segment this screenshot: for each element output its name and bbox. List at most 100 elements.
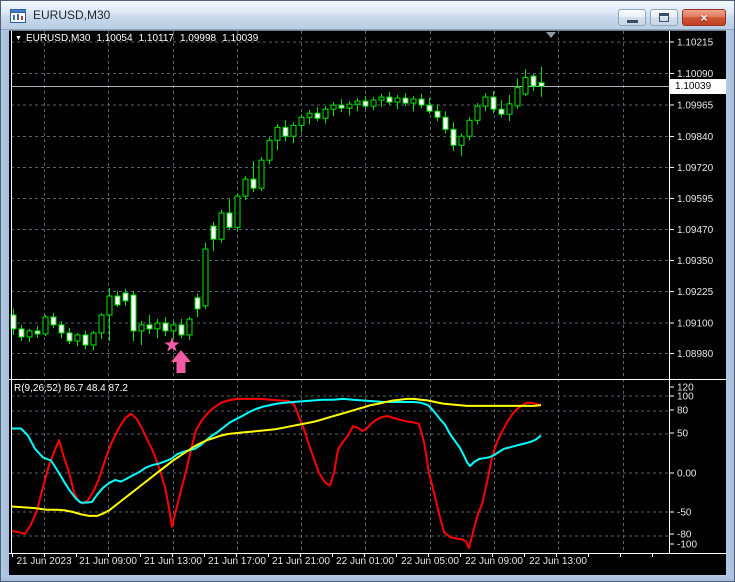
axis-label: 1.08980 (677, 349, 714, 360)
candle-body (362, 100, 369, 107)
axis-label: 1.09720 (677, 163, 714, 174)
candle-body (290, 124, 297, 137)
axis-label: 22 Jun 01:00 (336, 556, 394, 567)
candle-body (50, 316, 57, 326)
candle-body (306, 112, 313, 118)
high-value: 1.10117 (138, 33, 174, 44)
axis-label: 22 Jun 05:00 (401, 556, 459, 567)
candle-body (370, 99, 377, 107)
candle-body (442, 116, 449, 130)
chart-document-icon (10, 8, 27, 24)
candle-body (274, 126, 281, 141)
axis-label: 1.09350 (677, 256, 714, 267)
indicator-header: R(9,26,52) 86.7 48.4 87.2 (14, 383, 128, 394)
candle-body (522, 77, 529, 95)
candle-body (210, 225, 217, 240)
axis-label: 80 (677, 406, 689, 417)
candle-body (106, 295, 113, 316)
candle-body (266, 139, 273, 161)
candle-body (114, 295, 121, 306)
star-icon (164, 337, 180, 352)
candle-body (338, 104, 345, 109)
candle-body (418, 98, 425, 106)
minimize-icon (626, 19, 638, 23)
candle-body (410, 98, 417, 104)
candle-body (242, 178, 249, 197)
candle-body (226, 212, 233, 228)
candle-body (530, 75, 537, 87)
axis-label: 1.09470 (677, 225, 714, 236)
mt4-chart-window: 1.10215 1.10090 1.09965 1.09840 1.09720 1.095… (0, 0, 735, 582)
open-value: 1.10054 (96, 33, 133, 44)
symbol-label: EURUSD,M30 (25, 33, 91, 44)
candle-body (474, 105, 481, 121)
candle-body (58, 324, 65, 334)
axis-label: 1.09840 (677, 132, 714, 143)
candle-body (122, 292, 129, 302)
candle-body (18, 328, 25, 338)
candle-body (330, 104, 337, 110)
symbol-dropdown-icon: ▼ (15, 35, 22, 42)
candle-body (178, 324, 185, 336)
close-button[interactable]: × (682, 9, 726, 26)
candle-body (458, 135, 465, 146)
candle-body (130, 294, 137, 332)
candle-body (74, 334, 81, 342)
candle-body (506, 103, 513, 115)
window-frame-bottom (1, 575, 734, 581)
axis-label: 1.09100 (677, 319, 714, 330)
title-bar[interactable]: EURUSD,M30 × (1, 1, 734, 30)
axis-label: 22 Jun 09:00 (465, 556, 523, 567)
candle-body (402, 97, 409, 104)
candle-body (426, 104, 433, 112)
candle-body (154, 322, 161, 330)
candle-body (498, 108, 505, 115)
candle-body (202, 248, 209, 307)
candle-body (450, 128, 457, 146)
candle-body (490, 96, 497, 110)
candle-body (538, 82, 545, 87)
candle-body (218, 212, 225, 240)
candle-body (234, 195, 241, 228)
candle-body (138, 324, 145, 332)
candle-body (298, 116, 305, 126)
candle-body (434, 110, 441, 118)
candle-body (386, 96, 393, 103)
candle-body (258, 159, 265, 189)
signal-annotations (164, 337, 191, 373)
axis-label: 100 (677, 392, 694, 403)
candle-body (314, 112, 321, 119)
candle-body (378, 96, 385, 101)
low-value: 1.09998 (179, 33, 217, 44)
candle-body (26, 330, 33, 338)
window-frame-left (1, 30, 9, 575)
candle-body (34, 330, 41, 335)
panel-borders (9, 30, 728, 554)
chart-shift-marker-icon (546, 32, 556, 38)
axis-label: 50 (677, 429, 689, 440)
axis-label: 21 Jun 13:00 (144, 556, 202, 567)
window-controls: × (618, 9, 726, 26)
axis-label: -100 (677, 540, 697, 551)
candle-body (250, 178, 257, 189)
axis-label: 1.10215 (677, 38, 714, 49)
maximize-icon (659, 13, 669, 22)
chart-canvas[interactable]: 1.102151.100901.099651.098401.097201.095… (1, 1, 735, 582)
minimize-button[interactable] (618, 9, 646, 26)
axis-label: 21 Jun 17:00 (208, 556, 266, 567)
window-frame-right (726, 30, 734, 575)
candle-body (466, 119, 473, 137)
axis-label: 21 Jun 21:00 (272, 556, 330, 567)
candle-body (482, 96, 489, 107)
candle-body (346, 103, 353, 109)
candle-body (82, 334, 89, 346)
axis-label: 21 Jun 09:00 (79, 556, 137, 567)
candle-body (194, 297, 201, 310)
ohlc-header[interactable]: ▼ EURUSD,M30 1.10054 1.10117 1.09998 1.10039 (15, 33, 258, 44)
axis-label: 21 Jun 2023 (16, 556, 71, 567)
indicator-line-R26 (11, 397, 542, 504)
close-value: 1.10039 (222, 33, 259, 44)
maximize-button[interactable] (650, 9, 678, 26)
candle-body (170, 324, 177, 332)
candle-body (322, 108, 329, 119)
